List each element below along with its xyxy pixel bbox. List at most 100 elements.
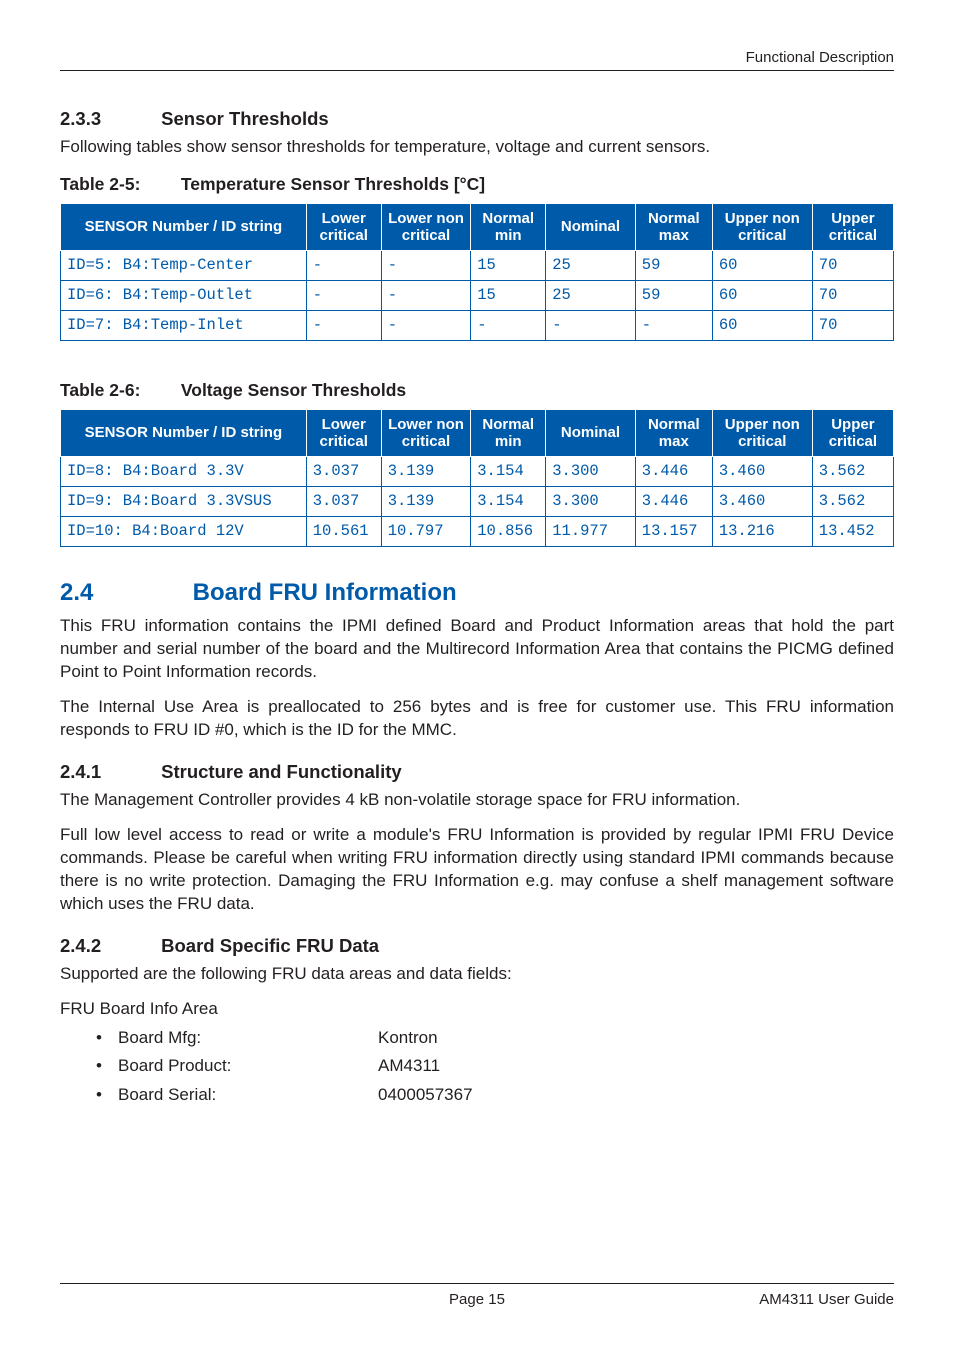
subsection-title: Structure and Functionality (161, 761, 402, 782)
list-item-label: Board Product: (118, 1055, 378, 1078)
col-header: Nominal (546, 203, 636, 251)
bullet-icon: • (96, 1027, 118, 1050)
table-row: ID=9: B4:Board 3.3VSUS 3.037 3.139 3.154… (61, 487, 894, 517)
cell: 70 (812, 281, 893, 311)
cell: 3.037 (306, 457, 381, 487)
list-item-value: AM4311 (378, 1055, 894, 1078)
cell: 3.037 (306, 487, 381, 517)
table-caption-number: Table 2-5: (60, 173, 176, 197)
section-2-4-heading: 2.4 Board FRU Information (60, 577, 894, 609)
table-row: ID=7: B4:Temp-Inlet - - - - - 60 70 (61, 311, 894, 341)
subsection-number: 2.4.1 (60, 760, 156, 785)
bullet-icon: • (96, 1084, 118, 1107)
col-header: Lower critical (306, 409, 381, 457)
cell: 10.561 (306, 517, 381, 547)
col-header: Normal max (635, 409, 712, 457)
cell: - (635, 311, 712, 341)
col-header: Lower critical (306, 203, 381, 251)
paragraph: Supported are the following FRU data are… (60, 963, 894, 986)
cell: - (381, 251, 471, 281)
cell: 3.154 (471, 487, 546, 517)
subsection-title: Board Specific FRU Data (161, 935, 379, 956)
cell: 60 (712, 311, 812, 341)
list-item: • Board Serial: 0400057367 (96, 1084, 894, 1107)
col-header: Upper non critical (712, 409, 812, 457)
table-2-5-caption: Table 2-5: Temperature Sensor Thresholds… (60, 173, 894, 197)
subsection-number: 2.4.2 (60, 934, 156, 959)
table-caption-title: Temperature Sensor Thresholds [°C] (181, 174, 485, 194)
cell: - (381, 311, 471, 341)
cell: 59 (635, 281, 712, 311)
cell: 3.139 (381, 487, 471, 517)
subsection-number: 2.3.3 (60, 107, 156, 132)
cell: 25 (546, 281, 636, 311)
list-item-label: Board Serial: (118, 1084, 378, 1107)
list-item-label: Board Mfg: (118, 1027, 378, 1050)
col-header: SENSOR Number / ID string (61, 203, 307, 251)
cell: 15 (471, 281, 546, 311)
subsection-2-3-3-heading: 2.3.3 Sensor Thresholds (60, 107, 894, 132)
cell: 3.300 (546, 457, 636, 487)
table-2-5: SENSOR Number / ID string Lower critical… (60, 203, 894, 341)
paragraph: The Internal Use Area is preallocated to… (60, 696, 894, 742)
paragraph: The Management Controller provides 4 kB … (60, 789, 894, 812)
cell: 59 (635, 251, 712, 281)
cell: 25 (546, 251, 636, 281)
col-header: Upper non critical (712, 203, 812, 251)
cell: 3.446 (635, 487, 712, 517)
cell: - (471, 311, 546, 341)
cell: - (306, 311, 381, 341)
cell: 15 (471, 251, 546, 281)
footer-page-number: Page 15 (260, 1290, 694, 1310)
subsection-title: Sensor Thresholds (161, 108, 329, 129)
running-header-text: Functional Description (746, 49, 894, 66)
table-row: ID=8: B4:Board 3.3V 3.037 3.139 3.154 3.… (61, 457, 894, 487)
cell: 70 (812, 251, 893, 281)
cell: 13.157 (635, 517, 712, 547)
paragraph: Full low level access to read or write a… (60, 824, 894, 916)
cell: - (306, 251, 381, 281)
paragraph: This FRU information contains the IPMI d… (60, 615, 894, 684)
table-header-row: SENSOR Number / ID string Lower critical… (61, 409, 894, 457)
list-item-value: 0400057367 (378, 1084, 894, 1107)
cell: 3.562 (812, 457, 893, 487)
fru-board-info-list: • Board Mfg: Kontron • Board Product: AM… (60, 1027, 894, 1108)
cell: 3.460 (712, 487, 812, 517)
col-header: Normal max (635, 203, 712, 251)
table-row: ID=5: B4:Temp-Center - - 15 25 59 60 70 (61, 251, 894, 281)
cell: ID=10: B4:Board 12V (61, 517, 307, 547)
table-header-row: SENSOR Number / ID string Lower critical… (61, 203, 894, 251)
col-header: Upper critical (812, 409, 893, 457)
table-row: ID=6: B4:Temp-Outlet - - 15 25 59 60 70 (61, 281, 894, 311)
section-number: 2.4 (60, 577, 186, 609)
cell: ID=9: B4:Board 3.3VSUS (61, 487, 307, 517)
table-2-6: SENSOR Number / ID string Lower critical… (60, 409, 894, 547)
table-caption-title: Voltage Sensor Thresholds (181, 380, 406, 400)
cell: - (381, 281, 471, 311)
cell: 3.446 (635, 457, 712, 487)
cell: 13.216 (712, 517, 812, 547)
col-header: Normal min (471, 409, 546, 457)
cell: 3.154 (471, 457, 546, 487)
cell: ID=5: B4:Temp-Center (61, 251, 307, 281)
col-header: Lower non critical (381, 409, 471, 457)
cell: 10.797 (381, 517, 471, 547)
cell: ID=7: B4:Temp-Inlet (61, 311, 307, 341)
cell: - (546, 311, 636, 341)
col-header: Lower non critical (381, 203, 471, 251)
cell: 60 (712, 281, 812, 311)
section-title: Board FRU Information (193, 579, 457, 606)
cell: 70 (812, 311, 893, 341)
cell: 60 (712, 251, 812, 281)
cell: 10.856 (471, 517, 546, 547)
cell: 3.300 (546, 487, 636, 517)
cell: - (306, 281, 381, 311)
footer-doc-title: AM4311 User Guide (694, 1290, 894, 1310)
bullet-icon: • (96, 1055, 118, 1078)
col-header: Upper critical (812, 203, 893, 251)
fru-area-label: FRU Board Info Area (60, 998, 894, 1021)
cell: 13.452 (812, 517, 893, 547)
subsection-2-4-1-heading: 2.4.1 Structure and Functionality (60, 760, 894, 785)
page-footer: Page 15 AM4311 User Guide (60, 1283, 894, 1310)
running-header: Functional Description (60, 48, 894, 71)
